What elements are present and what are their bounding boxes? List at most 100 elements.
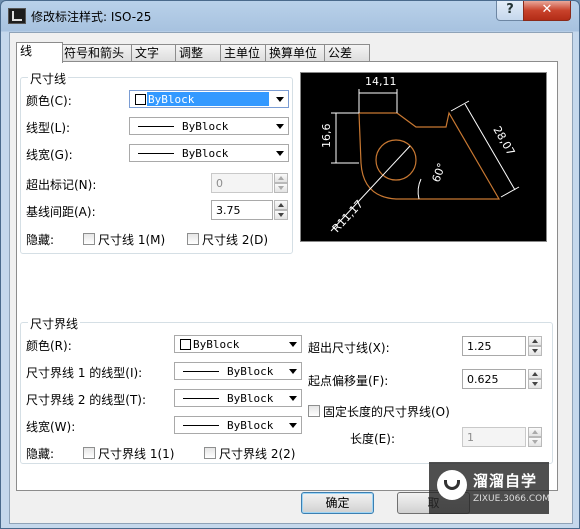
tab-fit[interactable]: 调整 [175, 44, 223, 62]
tab-symbols-arrows[interactable]: 符号和箭头 [60, 44, 134, 62]
chevron-down-icon [276, 97, 284, 102]
line-sample-icon [183, 398, 219, 399]
dim-suppress-2-checkbox[interactable] [187, 233, 199, 245]
ext-lt1-combo[interactable]: ByBlock [174, 362, 302, 380]
dialog-window: 修改标注样式: ISO-25 ? ✕ 线 符号和箭头 文字 调整 主单位 换算单… [0, 0, 580, 529]
dim-extend-spinner [274, 173, 288, 193]
ext-length-input: 1 [462, 427, 526, 447]
chevron-down-icon [289, 369, 297, 374]
dim-text-top: 14,11 [365, 75, 397, 88]
watermark-logo-icon [437, 470, 467, 500]
close-button[interactable]: ✕ [523, 1, 571, 21]
title-bar[interactable]: 修改标注样式: ISO-25 ? ✕ [1, 1, 579, 31]
ext-lt1-value: ByBlock [227, 365, 274, 378]
dim-baseline-value: 3.75 [216, 204, 241, 217]
ext-offset-input[interactable]: 0.625 [462, 369, 526, 389]
ext-lines-group-title: 尺寸界线 [28, 315, 81, 332]
ext-suppress-1-label[interactable]: 尺寸界线 1(1) [98, 445, 174, 462]
ext-length-spinner [528, 427, 542, 447]
help-button[interactable]: ? [496, 1, 524, 21]
chevron-down-icon [289, 423, 297, 428]
spin-up-icon[interactable] [274, 200, 288, 210]
dim-color-value: ByBlock [148, 93, 195, 106]
ext-offset-label: 起点偏移量(F): [308, 374, 389, 388]
ext-lt1-label: 尺寸界线 1 的线型(I): [26, 366, 143, 380]
dim-extend-value: 0 [216, 177, 223, 190]
dim-text-radius: R11,17 [330, 198, 366, 235]
fixed-length-checkbox[interactable] [308, 405, 320, 417]
ext-suppress-1-checkbox[interactable] [83, 447, 95, 459]
autocad-app-icon [8, 8, 26, 24]
dim-linetype-value: ByBlock [182, 120, 229, 133]
watermark-url: ZIXUE.3066.COM [473, 494, 551, 504]
line-sample-icon [183, 425, 219, 426]
ext-color-label: 颜色(R): [26, 339, 72, 353]
spin-down-icon[interactable] [274, 210, 288, 220]
tab-page-lines: 尺寸线 颜色(C): ByBlock 线型(L): ByBlock 线宽(G): [16, 61, 558, 491]
dimension-preview: 14,11 16,6 28,07 60° R11,17 [300, 72, 547, 242]
chevron-down-icon [276, 151, 284, 156]
ext-lines-group: 尺寸界线 颜色(R): ByBlock 尺寸界线 1 的线型(I): ByBlo… [20, 315, 553, 464]
ext-extend-spinner[interactable] [528, 336, 542, 356]
tab-tolerances[interactable]: 公差 [324, 44, 370, 62]
ext-color-combo[interactable]: ByBlock [174, 335, 302, 353]
watermark-name: 溜溜自学 [473, 472, 538, 490]
ext-color-value: ByBlock [193, 338, 240, 351]
dim-baseline-input[interactable]: 3.75 [211, 200, 273, 220]
ext-lineweight-value: ByBlock [227, 419, 274, 432]
dim-linetype-label: 线型(L): [26, 121, 71, 135]
watermark-overlay: 溜溜自学 ZIXUE.3066.COM [429, 462, 551, 514]
ext-extend-input[interactable]: 1.25 [462, 336, 526, 356]
ext-lineweight-combo[interactable]: ByBlock [174, 416, 302, 434]
ext-length-label: 长度(E): [350, 432, 395, 446]
spin-up-icon[interactable] [528, 369, 542, 379]
ext-lineweight-label: 线宽(W): [26, 420, 76, 434]
dim-color-combo[interactable]: ByBlock [129, 90, 289, 108]
ext-extend-label: 超出尺寸线(X): [308, 341, 390, 355]
dim-ext-line [500, 186, 520, 198]
tab-text[interactable]: 文字 [131, 44, 178, 62]
ext-extend-value: 1.25 [467, 340, 492, 353]
dim-text-angle: 60° [430, 161, 449, 184]
dim-lineweight-combo[interactable]: ByBlock [129, 144, 289, 162]
dim-baseline-spinner[interactable] [274, 200, 288, 220]
dim-lines-group: 尺寸线 颜色(C): ByBlock 线型(L): ByBlock 线宽(G): [20, 70, 293, 254]
spin-down-icon [528, 437, 542, 447]
spin-down-icon[interactable] [528, 379, 542, 389]
ext-suppress-label: 隐藏: [26, 447, 55, 461]
dialog-client: 线 符号和箭头 文字 调整 主单位 换算单位 公差 尺寸线 颜色(C): ByB… [9, 32, 573, 524]
tab-primary-units[interactable]: 主单位 [220, 44, 268, 62]
dim-suppress-2-label[interactable]: 尺寸线 2(D) [202, 231, 268, 248]
dim-lineweight-value: ByBlock [182, 147, 229, 160]
dim-text-slant: 28,07 [490, 124, 517, 158]
chevron-down-icon [276, 124, 284, 129]
dim-suppress-1-checkbox[interactable] [83, 233, 95, 245]
chevron-down-icon [289, 396, 297, 401]
dim-text-left: 16,6 [320, 124, 333, 149]
ext-lt2-combo[interactable]: ByBlock [174, 389, 302, 407]
spin-up-icon[interactable] [528, 336, 542, 346]
spin-up-icon [528, 427, 542, 437]
ext-lt2-label: 尺寸界线 2 的线型(T): [26, 393, 147, 407]
line-sample-icon [138, 126, 174, 127]
spin-down-icon[interactable] [528, 346, 542, 356]
window-title: 修改标注样式: ISO-25 [31, 10, 152, 24]
dim-color-label: 颜色(C): [26, 94, 72, 108]
line-sample-icon [138, 153, 174, 154]
tab-lines[interactable]: 线 [16, 42, 63, 63]
spin-up-icon [274, 173, 288, 183]
spin-down-icon [274, 183, 288, 193]
ok-button[interactable]: 确定 [301, 492, 374, 514]
tab-alternate-units[interactable]: 换算单位 [265, 44, 327, 62]
dim-linetype-combo[interactable]: ByBlock [129, 117, 289, 135]
color-swatch-icon [180, 339, 191, 350]
dim-suppress-1-label[interactable]: 尺寸线 1(M) [98, 231, 165, 248]
ext-suppress-2-label[interactable]: 尺寸界线 2(2) [219, 445, 295, 462]
ext-suppress-2-checkbox[interactable] [204, 447, 216, 459]
dim-extend-label: 超出标记(N): [26, 178, 97, 192]
fixed-length-label[interactable]: 固定长度的尺寸界线(O) [323, 403, 450, 420]
dim-baseline-label: 基线间距(A): [26, 205, 96, 219]
ext-offset-value: 0.625 [467, 373, 499, 386]
dim-lines-group-title: 尺寸线 [28, 70, 69, 87]
ext-offset-spinner[interactable] [528, 369, 542, 389]
